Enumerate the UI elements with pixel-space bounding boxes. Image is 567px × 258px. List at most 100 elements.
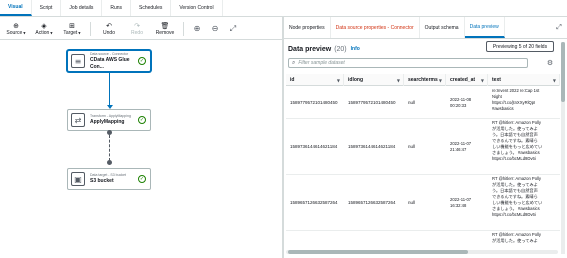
caret-down-icon: ▼ [23, 30, 26, 35]
column-label: id [290, 77, 295, 83]
cell-created-at: 2022-11-07 21:46:47 [450, 140, 472, 152]
tab-node-properties[interactable]: Node properties [284, 17, 331, 38]
vertical-scrollbar[interactable] [561, 42, 565, 254]
database-icon: ≡ [71, 54, 85, 68]
undo-label: Undo [103, 29, 115, 36]
column-header-id[interactable]: id ▼ [286, 74, 344, 86]
cell-text: RT @hitlerr: Amazon Polly が活用した。使ってみよ う。… [492, 176, 543, 217]
cell-idlong [344, 231, 404, 250]
cell-created-at: 2022-11-08 00:20:33 [450, 96, 472, 108]
cell-text: RT @hitlerr: Amazon Polly が活用した。使ってみよ [492, 232, 542, 243]
zoom-out-icon[interactable]: ⊖ [206, 19, 224, 39]
tab-script[interactable]: Script [32, 0, 62, 16]
sort-icon[interactable]: ▼ [481, 78, 484, 83]
node-input-handle[interactable] [107, 160, 112, 165]
action-label: Action [35, 29, 50, 36]
tab-runs[interactable]: Runs [102, 0, 132, 16]
redo-label: Redo [131, 29, 143, 36]
target-button[interactable]: ⊞ Target ▼ [58, 19, 86, 39]
node-s3-target[interactable]: ▣ Data target - S3 bucket S3 bucket ✓ [67, 168, 151, 190]
tab-schedules[interactable]: Schedules [131, 0, 172, 16]
column-header-idlong[interactable]: idlong ▼ [344, 74, 404, 86]
cell-id: 1589779572101480450 [290, 99, 338, 105]
scrollbar-thumb[interactable] [561, 42, 565, 102]
gear-icon[interactable]: ⚙ [545, 58, 555, 68]
cell-searchterms: null [408, 99, 416, 105]
node-name: S3 bucket [90, 178, 114, 184]
cell-idlong: 1589779572101480450 [348, 99, 396, 105]
cell-created-at [446, 231, 488, 250]
column-label: text [492, 77, 501, 83]
redo-button[interactable]: ↷ Redo [123, 19, 151, 39]
cell-id [286, 231, 344, 250]
remove-label: Remove [155, 29, 175, 36]
sort-icon[interactable]: ▼ [553, 78, 556, 83]
tab-data-source-properties[interactable]: Data source properties - Connector [331, 17, 420, 38]
filter-input[interactable] [298, 60, 499, 66]
remove-button[interactable]: 🗑 Remove [151, 19, 179, 39]
target-icon: ⊞ [69, 21, 75, 30]
fit-to-screen-icon[interactable]: ⤢ [224, 19, 242, 39]
sort-icon[interactable]: ▼ [397, 78, 400, 83]
source-button[interactable]: ⊕ Source ▼ [2, 19, 30, 39]
trash-icon: 🗑 [160, 21, 170, 30]
column-label: idlong [348, 77, 363, 83]
tab-job-details[interactable]: Job details [61, 0, 103, 16]
check-icon: ✓ [138, 57, 146, 65]
edge-connector [109, 135, 110, 161]
redo-icon: ↷ [134, 21, 140, 30]
table-row: RT @hitlerr: Amazon Polly が活用した。使ってみよ [286, 231, 560, 250]
node-name: ApplyMapping [90, 119, 125, 125]
sort-icon[interactable]: ▼ [439, 78, 442, 83]
node-apply-mapping[interactable]: ⇄ Transform - ApplyMapping ApplyMapping … [67, 109, 151, 131]
previewing-fields-button[interactable]: Previewing 5 of 20 fields [486, 41, 554, 52]
node-source-connector[interactable]: ≡ Data source - Connector CData AWS Glue… [67, 50, 151, 72]
table-row: 1589736144614621184 1589736144614621184 … [286, 119, 560, 175]
caret-down-icon: ▼ [50, 30, 53, 35]
undo-icon: ↶ [106, 21, 112, 30]
bucket-icon: ▣ [71, 172, 85, 186]
cell-text: re:Invent 2022 re:Cap 1st Night https://… [492, 88, 540, 111]
edge-connector [109, 72, 110, 106]
toolbar-divider [183, 21, 184, 36]
cell-idlong: 1589657126632587264 [348, 199, 396, 205]
sort-icon[interactable]: ▼ [337, 78, 340, 83]
panel-resize-handle[interactable] [282, 17, 284, 258]
column-header-created-at[interactable]: created_at ▼ [446, 74, 488, 86]
visual-canvas[interactable]: ≡ Data source - Connector CData AWS Glue… [0, 41, 282, 258]
cell-id: 1589657126632587264 [290, 199, 338, 205]
top-tab-bar: Visual Script Job details Runs Schedules… [0, 0, 567, 17]
zoom-in-icon[interactable]: ⊕ [188, 19, 206, 39]
check-icon: ✓ [138, 116, 146, 124]
cell-created-at: 2022-11-07 16:32:48 [450, 196, 472, 208]
column-label: searchterms [408, 77, 438, 83]
table-header: id ▼ idlong ▼ searchterms ▼ created_at ▼ tex… [286, 74, 560, 86]
table-row: 1589657126632587264 1589657126632587264 … [286, 175, 560, 231]
cell-idlong: 1589736144614621184 [348, 143, 396, 149]
expand-icon[interactable]: ⤢ [551, 17, 567, 38]
source-label: Source [6, 29, 23, 36]
column-header-searchterms[interactable]: searchterms ▼ [404, 74, 446, 86]
tab-data-preview[interactable]: Data preview [464, 17, 505, 38]
tab-visual[interactable]: Visual [0, 0, 32, 16]
tab-output-schema[interactable]: Output schema [420, 17, 465, 38]
transform-icon: ⇄ [71, 113, 85, 127]
toolbar-divider [90, 21, 91, 36]
info-link[interactable]: Info [351, 46, 360, 52]
column-label: created_at [450, 77, 476, 83]
undo-button[interactable]: ↶ Undo [95, 19, 123, 39]
record-count: (20) [334, 45, 347, 53]
table-row: 1589779572101480450 1589779572101480450 … [286, 87, 560, 119]
filter-box: ⌕ [288, 58, 528, 68]
source-icon: ⊕ [13, 21, 19, 30]
search-icon: ⌕ [292, 59, 296, 66]
tab-version-control[interactable]: Version Control [171, 0, 223, 16]
scrollbar-thumb[interactable] [288, 250, 468, 254]
column-header-text[interactable]: text ▼ [488, 74, 560, 86]
action-button[interactable]: ◈ Action ▼ [30, 19, 58, 39]
caret-down-icon: ▼ [78, 30, 81, 35]
action-icon: ◈ [41, 21, 47, 30]
horizontal-scrollbar[interactable] [286, 250, 558, 254]
right-panel-tabs: Node properties Data source properties -… [284, 17, 567, 39]
data-preview-table: id ▼ idlong ▼ searchterms ▼ created_at ▼ tex… [286, 74, 560, 250]
